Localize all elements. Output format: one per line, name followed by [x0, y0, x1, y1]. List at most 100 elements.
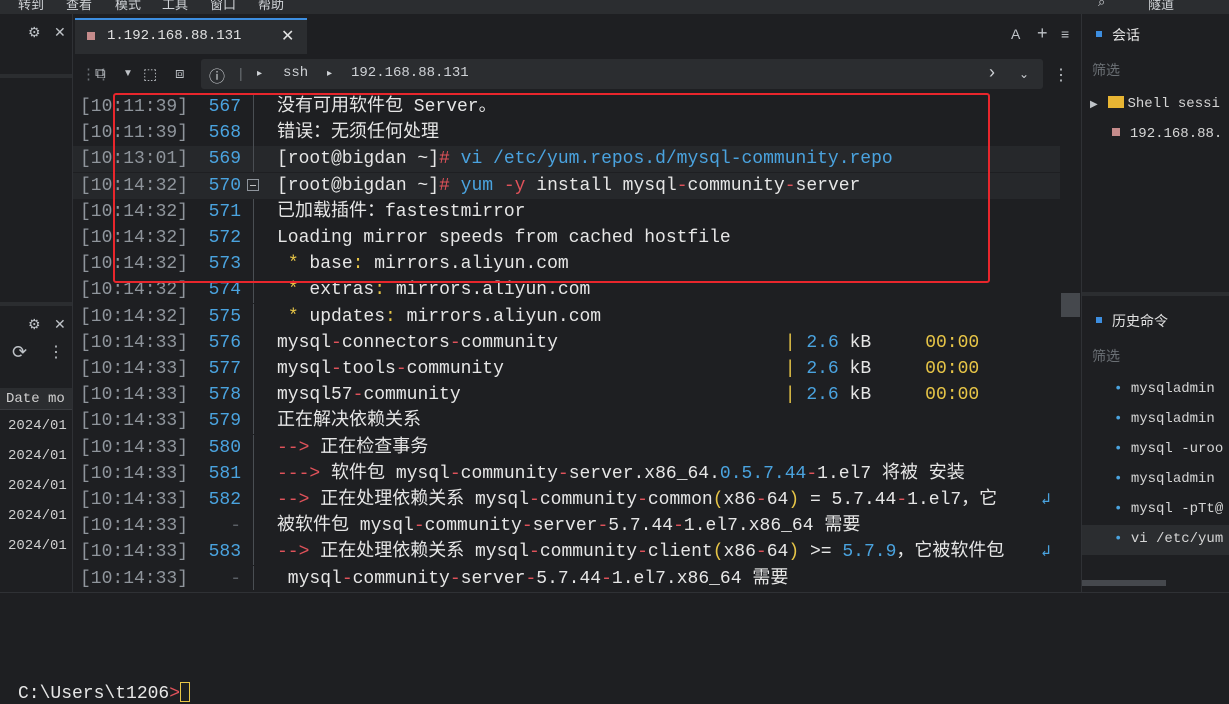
text-segment: -	[637, 490, 648, 510]
local-shell-panel[interactable]: C:\Users\t1206>	[0, 592, 1229, 704]
line-text: * updates: mirrors.aliyun.com	[277, 304, 601, 330]
timestamp: [10:14:33]	[80, 490, 189, 510]
tab-session[interactable]: 1.192.168.88.131 ✕	[75, 18, 307, 54]
new-tab-button[interactable]: +	[1037, 23, 1048, 44]
terminal-line: [10:14:33] 580 --> 正在检查事务	[73, 434, 1060, 461]
sessions-folder[interactable]: ▶ Shell sessi	[1090, 94, 1220, 112]
menu-help[interactable]: 帮助	[258, 0, 284, 13]
terminal-toolbar: ⋮⋮ ⧉ ▼ ⬚ ⧈ ⓘ | ▸ ssh ▸ 192.168.88.131 › …	[73, 57, 1081, 91]
close-icon[interactable]: ✕	[54, 24, 66, 41]
menu-mode[interactable]: 模式	[115, 0, 141, 13]
text-segment: tools	[341, 359, 396, 379]
text-segment: -	[601, 568, 612, 589]
gear-icon[interactable]: ⚙	[28, 316, 41, 333]
history-item[interactable]: • mysqladmin	[1114, 471, 1215, 487]
text-segment: -	[529, 542, 540, 563]
text-segment: -	[449, 568, 461, 589]
duplicate-icon[interactable]: ⧈	[175, 65, 185, 82]
fold-guide	[253, 356, 254, 382]
history-item[interactable]: • mysqladmin	[1114, 381, 1215, 397]
history-scrollbar[interactable]	[1082, 580, 1166, 586]
history-header: 历史命令	[1082, 306, 1229, 334]
left-panel-header-bottom: ⚙ ✕	[0, 310, 72, 340]
text-cursor	[180, 682, 191, 702]
divider: |	[239, 65, 243, 81]
text-segment: *	[287, 280, 299, 301]
split-icon[interactable]: ⬚	[143, 65, 157, 83]
menu-view[interactable]: 查看	[66, 0, 92, 13]
menu-goto[interactable]: 转到	[18, 0, 44, 13]
line-text: 被软件包 mysql-community-server-5.7.44-1.el7…	[277, 513, 860, 539]
info-icon[interactable]: ⓘ	[209, 63, 225, 87]
text-segment: community	[539, 542, 638, 563]
list-item[interactable]: 2024/01	[8, 538, 72, 554]
line-text: mysql-connectors-community | 2.6 kB 00:0…	[277, 330, 979, 356]
list-item[interactable]: 2024/01	[8, 448, 72, 464]
timestamp: [10:14:33]	[80, 516, 189, 537]
local-prompt[interactable]: C:\Users\t1206>	[18, 682, 191, 704]
address-bar[interactable]: ⓘ | ▸ ssh ▸ 192.168.88.131 › ⌄	[201, 59, 1043, 89]
host-label[interactable]: 192.168.88.131	[351, 65, 469, 81]
text-segment: community	[406, 359, 785, 379]
chevron-down-icon[interactable]: ▼	[123, 68, 133, 79]
text-segment: community	[460, 332, 785, 353]
text-segment: -->	[277, 490, 310, 510]
tab-close-icon[interactable]: ✕	[281, 26, 294, 46]
chevron-down-icon[interactable]: ⌄	[1019, 67, 1029, 81]
history-title: 历史命令	[1112, 313, 1168, 329]
line-number: 582	[208, 490, 241, 510]
session-item[interactable]: 192.168.88.	[1112, 124, 1222, 142]
fold-guide	[253, 408, 254, 435]
date-column-header[interactable]: Date mo	[0, 388, 72, 410]
scrollbar-thumb[interactable]	[1061, 293, 1080, 317]
terminal-line: [10:14:33] 581 ---> 软件包 mysql-community-se…	[73, 460, 1060, 487]
fold-guide	[253, 434, 254, 461]
new-session-icon[interactable]: ⧉	[95, 65, 106, 82]
close-icon[interactable]: ✕	[54, 316, 66, 333]
list-item[interactable]: 2024/01	[8, 508, 72, 524]
font-size-button[interactable]: A	[1011, 26, 1020, 42]
line-text: mysql-community-server-5.7.44-1.el7.x86_…	[277, 566, 789, 590]
line-wrap-icon: ↲	[1041, 491, 1051, 509]
history-item[interactable]: • mysql -uroo	[1114, 441, 1223, 457]
menu-window[interactable]: 窗口	[210, 0, 236, 13]
menu-tools[interactable]: 工具	[162, 0, 188, 13]
history-item[interactable]: • mysqladmin	[1114, 411, 1215, 427]
history-filter-input[interactable]: 筛选	[1092, 346, 1120, 366]
text-segment: )	[788, 542, 800, 563]
more-icon[interactable]: ⋮	[1053, 65, 1069, 85]
terminal-scrollbar[interactable]	[1060, 92, 1080, 590]
text-segment: -	[525, 568, 537, 589]
text-segment: 5.7.9	[842, 542, 897, 563]
history-item[interactable]: • vi /etc/yum	[1114, 531, 1223, 547]
tab-menu-button[interactable]: ≡	[1061, 26, 1069, 42]
line-text: mysql-tools-community | 2.6 kB 00:00	[277, 356, 979, 382]
line-text: --> 正在处理依赖关系 mysql-community-client(x86-…	[277, 539, 1004, 565]
list-item[interactable]: 2024/01	[8, 418, 72, 434]
search-icon[interactable]: ⌕	[1098, 0, 1105, 10]
chevron-right-icon[interactable]: ›	[989, 62, 995, 83]
terminal-line: [10:14:33] 583 --> 正在处理依赖关系 mysql-communit…	[73, 539, 1060, 566]
sessions-filter-input[interactable]: 筛选	[1092, 60, 1120, 80]
right-panel: 会话 筛选 ▶ Shell sessi 192.168.88. 历史命令 筛选 …	[1081, 14, 1229, 592]
protocol-label[interactable]: ssh	[283, 65, 308, 81]
list-item[interactable]: 2024/01	[8, 478, 72, 494]
text-segment: ，它被软件包	[896, 542, 1005, 563]
text-segment: )	[788, 490, 800, 510]
history-item[interactable]: • mysql -pTt@	[1114, 501, 1223, 517]
more-icon[interactable]: ⋮	[48, 342, 64, 362]
gear-icon[interactable]: ⚙	[28, 24, 41, 41]
text-segment: server.x86_64.	[568, 463, 720, 484]
terminal-line: [10:14:33] 576 mysql-connectors-community …	[73, 329, 1060, 356]
timestamp: [10:14:33]	[80, 359, 189, 379]
text-segment: 正在检查事务	[309, 437, 429, 458]
text-segment: *	[287, 306, 299, 327]
refresh-icon[interactable]: ⟳	[12, 342, 27, 363]
menu-tunnel[interactable]: 隧道	[1148, 0, 1174, 13]
panel-divider	[0, 74, 72, 78]
text-segment: server	[460, 568, 526, 589]
text-segment: community	[460, 463, 558, 484]
fold-guide	[253, 513, 254, 540]
text-segment: -	[395, 359, 407, 379]
text-segment: x86	[723, 490, 756, 510]
